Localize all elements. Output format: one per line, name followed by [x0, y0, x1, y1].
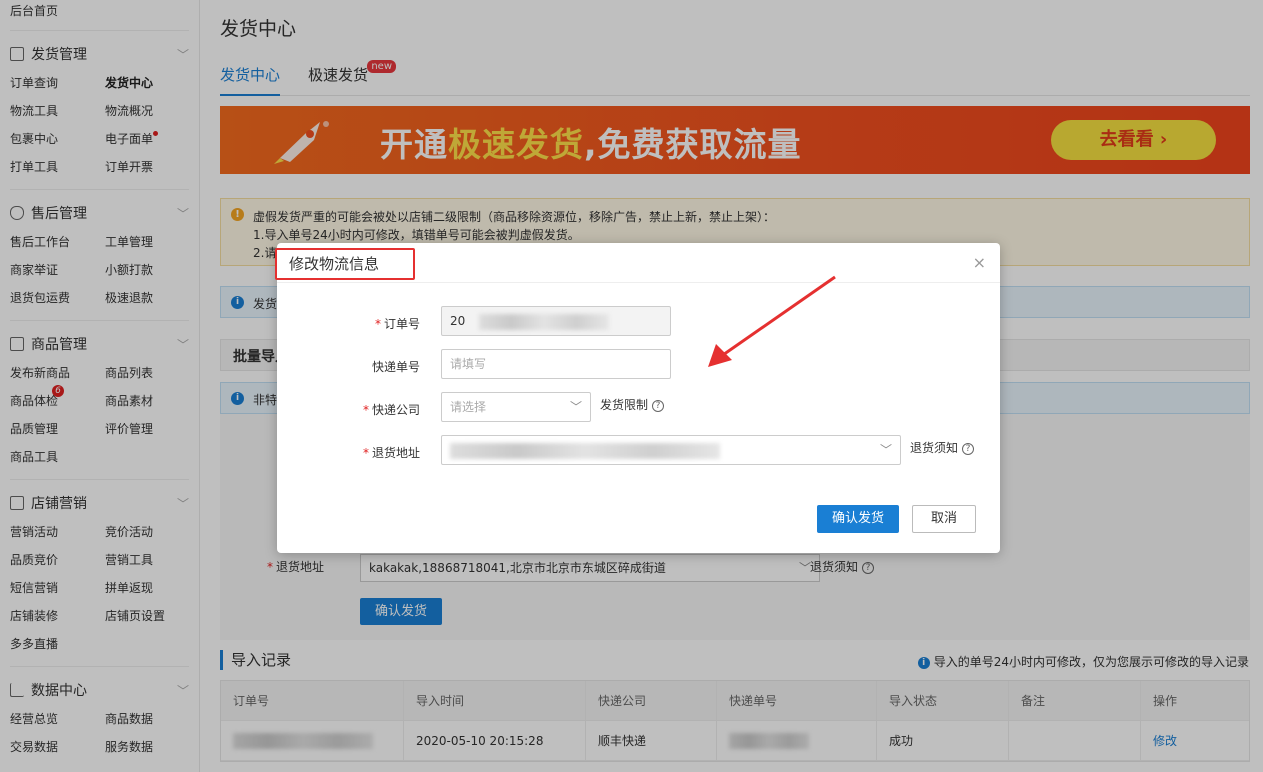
return-address-select[interactable]: ﹀ [441, 435, 901, 465]
company-label: * 快递公司 [362, 403, 420, 417]
order-number-value: 20 [450, 314, 466, 328]
dialog-header: 修改物流信息 × [275, 243, 1000, 283]
cancel-button[interactable]: 取消 [912, 505, 976, 533]
chevron-down-icon: ﹀ [879, 443, 892, 457]
shipping-limit-link[interactable]: 发货限制? [600, 396, 665, 413]
return-address-label-text: 退货地址 [371, 446, 420, 460]
dialog-title: 修改物流信息 [289, 255, 380, 273]
question-icon: ? [962, 442, 975, 455]
company-label-text: 快递公司 [371, 403, 420, 417]
tracking-label: 快递单号 [371, 360, 420, 374]
chevron-down-icon: ﹀ [569, 400, 582, 414]
company-placeholder: 请选择 [450, 400, 487, 414]
return-notice-link[interactable]: 退货须知? [910, 439, 975, 456]
help-text: 发货限制 [600, 398, 649, 412]
question-icon: ? [652, 399, 665, 412]
order-label-text: 订单号 [383, 317, 420, 331]
redacted-order [479, 313, 610, 330]
order-number-field: 20 [441, 306, 671, 336]
help-text: 退货须知 [910, 441, 959, 455]
edit-logistics-dialog: 修改物流信息 × * 订单号 20 快递单号 请填写 * 快递公司 请选择 ﹀ 发货… [275, 243, 1000, 553]
tracking-placeholder: 请填写 [450, 357, 487, 371]
courier-company-select[interactable]: 请选择 ﹀ [441, 392, 591, 422]
order-label: * 订单号 [374, 317, 420, 331]
tracking-number-input[interactable]: 请填写 [441, 349, 671, 379]
confirm-ship-button[interactable]: 确认发货 [817, 505, 899, 533]
return-address-label: * 退货地址 [362, 446, 420, 460]
redacted-address [450, 442, 720, 459]
close-icon[interactable]: × [973, 253, 986, 272]
